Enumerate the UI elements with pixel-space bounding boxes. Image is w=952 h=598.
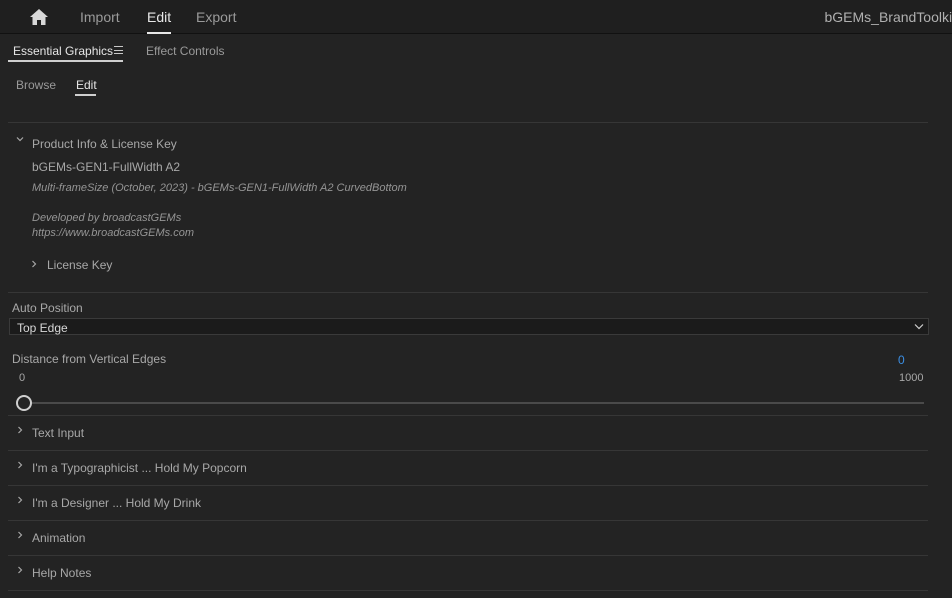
license-key-label: License Key (47, 258, 113, 272)
developer-url[interactable]: https://www.broadcastGEMs.com (32, 227, 194, 239)
project-title: bGEMs_BrandToolkit (824, 9, 952, 25)
nav-edit[interactable]: Edit (147, 9, 172, 34)
section-label: Help Notes (32, 566, 92, 580)
auto-position-dropdown[interactable]: Top Edge (9, 318, 929, 335)
developer-credit: Developed by broadcastGEMs (32, 212, 182, 224)
divider (8, 590, 928, 591)
section-label: I'm a Typographicist ... Hold My Popcorn (32, 461, 247, 475)
section-label: Product Info & License Key (32, 137, 177, 151)
slider-thumb[interactable] (16, 395, 32, 411)
section-label: Text Input (32, 426, 85, 440)
section-text-input[interactable]: Text Input (8, 416, 928, 450)
chevron-right-icon (18, 426, 23, 434)
chevron-down-icon (914, 324, 924, 330)
license-key-toggle[interactable]: License Key (24, 253, 324, 277)
panel-tab-bar: Essential Graphics Effect Controls (0, 35, 952, 65)
subtab-edit[interactable]: Edit (76, 78, 97, 92)
chevron-right-icon (32, 260, 37, 268)
panel-menu-icon[interactable] (114, 46, 123, 54)
section-product-info[interactable]: Product Info & License Key (8, 127, 928, 161)
slider-min-label: 0 (19, 372, 26, 384)
chevron-right-icon (18, 496, 23, 504)
slider-max-label: 1000 (899, 372, 924, 384)
section-animation[interactable]: Animation (8, 521, 928, 555)
tab-effect-controls[interactable]: Effect Controls (146, 44, 224, 58)
top-bar: Import Edit Export bGEMs_BrandToolkit (0, 0, 952, 34)
distance-label: Distance from Vertical Edges (12, 352, 167, 366)
chevron-down-icon (16, 137, 24, 142)
nav-import[interactable]: Import (80, 9, 120, 25)
chevron-right-icon (18, 461, 23, 469)
distance-value[interactable]: 0 (898, 353, 905, 367)
auto-position-label: Auto Position (12, 301, 83, 315)
section-help-notes[interactable]: Help Notes (8, 556, 928, 590)
product-name: bGEMs-GEN1-FullWidth A2 (32, 160, 181, 174)
product-description: Multi-frameSize (October, 2023) - bGEMs-… (32, 182, 407, 194)
section-label: Animation (32, 531, 86, 545)
active-subtab-indicator (75, 94, 96, 96)
section-label: I'm a Designer ... Hold My Drink (32, 496, 202, 510)
chevron-right-icon (18, 566, 23, 574)
slider-track[interactable] (24, 402, 924, 404)
tab-essential-graphics[interactable]: Essential Graphics (13, 44, 113, 58)
subtab-browse[interactable]: Browse (16, 78, 56, 92)
home-icon[interactable] (29, 8, 49, 26)
divider (8, 292, 928, 293)
chevron-right-icon (18, 531, 23, 539)
section-typographicist[interactable]: I'm a Typographicist ... Hold My Popcorn (8, 451, 928, 485)
nav-export[interactable]: Export (196, 9, 236, 25)
section-designer[interactable]: I'm a Designer ... Hold My Drink (8, 486, 928, 520)
divider (8, 122, 928, 123)
active-tab-indicator (8, 60, 123, 62)
dropdown-selected-value: Top Edge (17, 321, 68, 335)
